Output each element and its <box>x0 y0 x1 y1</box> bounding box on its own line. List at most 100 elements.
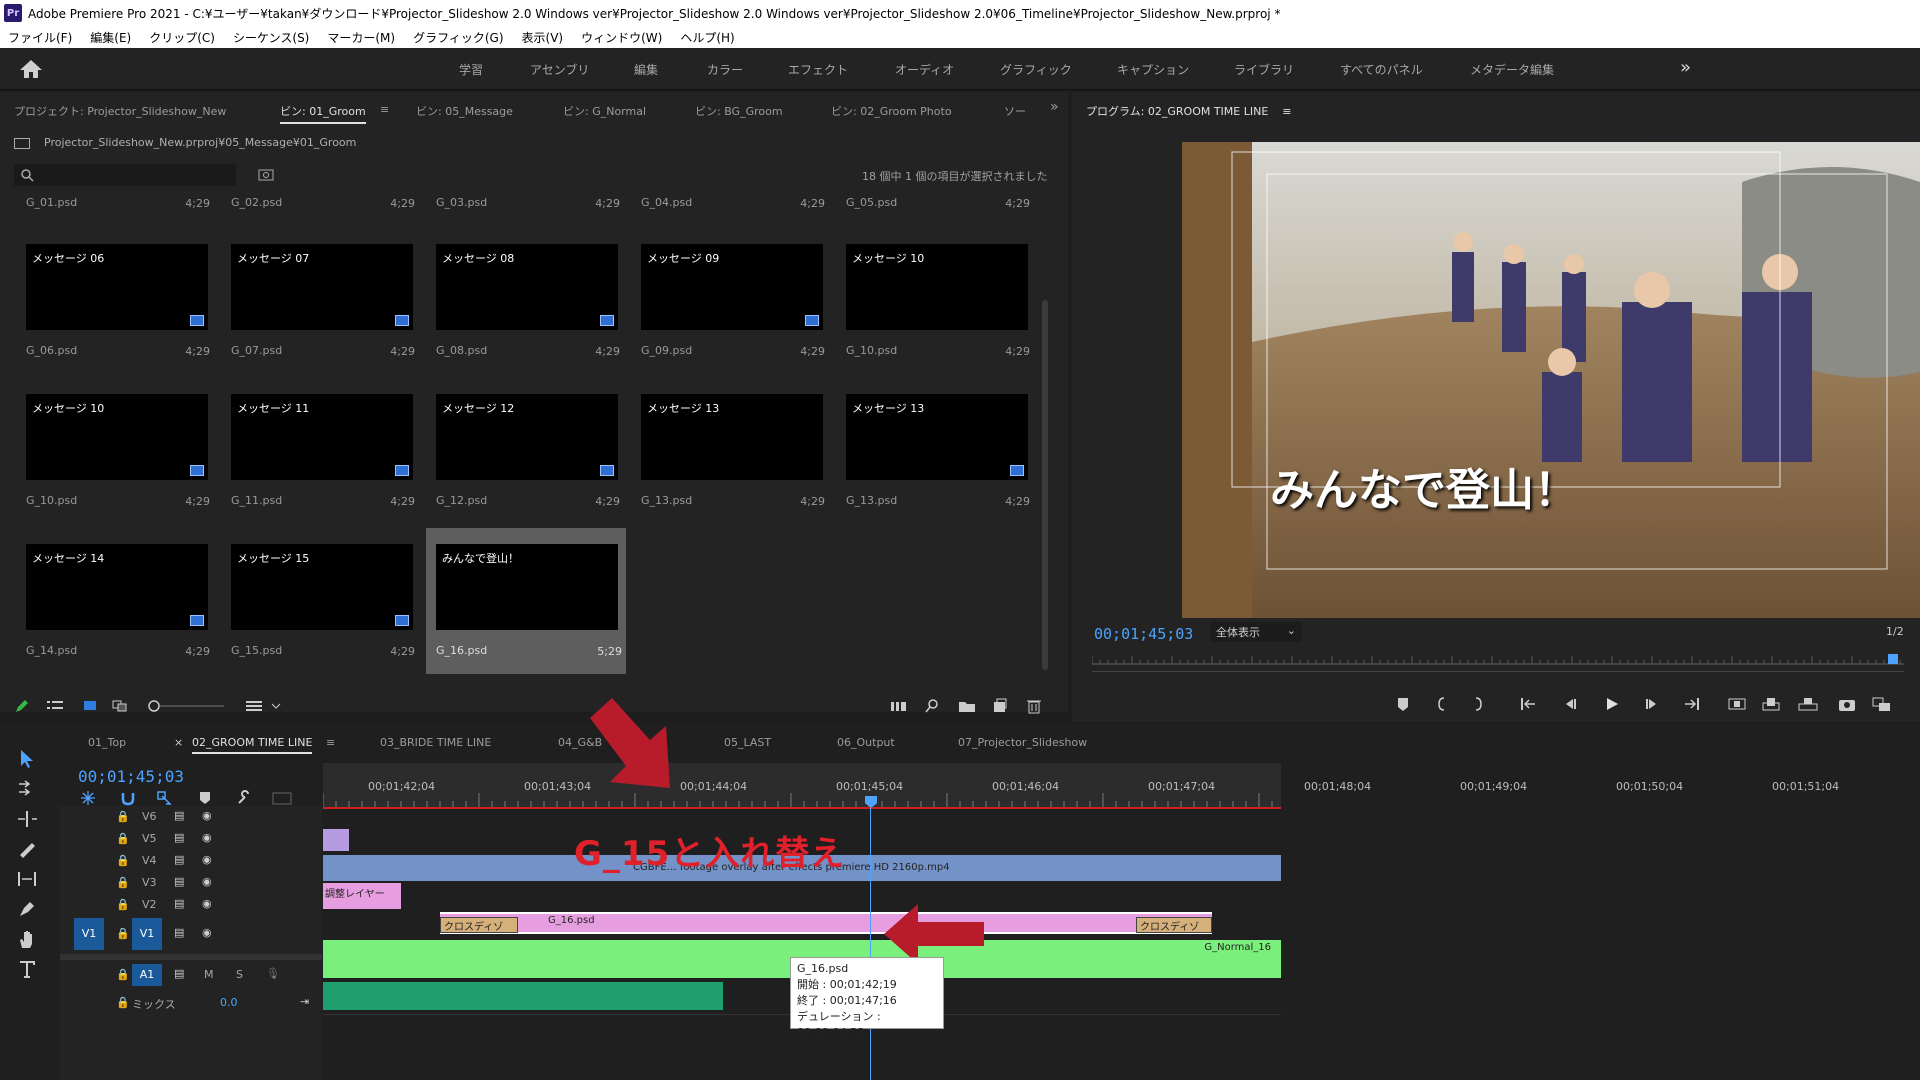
bin-item[interactable]: メッセージ 15 G_15.psd 4;29 <box>219 534 419 674</box>
fit-dropdown[interactable]: 全体表示 ⌄ <box>1210 622 1302 642</box>
ws-effects[interactable]: エフェクト <box>788 61 848 78</box>
tab-bin-bg-groom[interactable]: ビン: BG_Groom <box>695 103 783 119</box>
freeform-view-icon[interactable] <box>112 698 132 714</box>
list-item[interactable]: G_03.psd 4;29 <box>424 194 624 214</box>
timeline-tab-menu-icon[interactable]: ≡ <box>326 736 335 749</box>
tab-program-monitor[interactable]: プログラム: 02_GROOM TIME LINE ≡ <box>1086 103 1292 119</box>
ws-graphics[interactable]: グラフィック <box>1000 61 1072 78</box>
tabs-more-icon[interactable]: » <box>1050 99 1059 115</box>
home-icon[interactable] <box>18 58 44 80</box>
program-scrub-bar[interactable] <box>1091 650 1904 672</box>
track-header-v4[interactable]: 🔒 V4 ▤ ◉ <box>60 850 322 872</box>
tab-06-output[interactable]: 06_Output <box>837 736 895 749</box>
step-forward-icon[interactable] <box>1644 696 1660 712</box>
lock-icon[interactable]: 🔒 <box>116 898 130 911</box>
track-select-tool-icon[interactable] <box>16 778 38 800</box>
bin-item[interactable]: メッセージ 09 G_09.psd 4;29 <box>629 234 829 384</box>
tab-bin-01-groom[interactable]: ビン: 01_Groom <box>280 103 366 124</box>
mute-button[interactable]: M <box>204 968 214 981</box>
menu-sequence[interactable]: シーケンス(S) <box>233 29 309 46</box>
play-icon[interactable] <box>1604 696 1620 712</box>
a1-audio-clip[interactable] <box>323 982 723 1010</box>
project-tab-menu-icon[interactable]: ≡ <box>380 103 389 116</box>
v2-transition-left[interactable]: クロスディゾ <box>440 917 518 933</box>
track-header-v2[interactable]: 🔒 V2 ▤ ◉ <box>60 894 322 916</box>
sync-lock-icon[interactable]: ▤ <box>174 926 184 939</box>
list-item[interactable]: G_04.psd 4;29 <box>629 194 829 214</box>
tab-bin-05-message[interactable]: ビン: 05_Message <box>416 103 513 119</box>
bin-item[interactable]: メッセージ 12 G_12.psd 4;29 <box>424 384 624 534</box>
mark-out-icon[interactable] <box>1474 696 1484 712</box>
ws-assembly[interactable]: アセンブリ <box>530 61 589 78</box>
new-bin-icon[interactable] <box>958 698 976 714</box>
menu-file[interactable]: ファイル(F) <box>8 29 72 46</box>
ws-metadata[interactable]: メタデータ編集 <box>1470 61 1554 78</box>
bin-item[interactable]: メッセージ 10 G_10.psd 4;29 <box>14 384 214 534</box>
tab-source[interactable]: ソー <box>1004 103 1026 119</box>
time-ruler[interactable] <box>322 763 1281 809</box>
icon-view-icon[interactable] <box>82 698 98 714</box>
tab-03-bride-timeline[interactable]: 03_BRIDE TIME LINE <box>380 736 491 749</box>
program-viewer[interactable]: みんなで登山！ <box>1182 142 1920 618</box>
go-to-out-icon[interactable] <box>1682 696 1700 712</box>
bin-item[interactable]: メッセージ 13 G_13.psd 4;29 <box>629 384 829 534</box>
menu-marker[interactable]: マーカー(M) <box>327 29 395 46</box>
list-item[interactable]: G_02.psd 4;29 <box>219 194 419 214</box>
lock-icon[interactable]: 🔒 <box>116 968 130 981</box>
ws-color[interactable]: カラー <box>707 61 743 78</box>
bin-item[interactable]: メッセージ 10 G_10.psd 4;29 <box>834 234 1034 384</box>
sync-lock-icon[interactable]: ▤ <box>174 831 184 844</box>
find-icon[interactable] <box>924 698 940 714</box>
program-menu-icon[interactable]: ≡ <box>1282 105 1291 118</box>
export-frame-icon[interactable] <box>1838 696 1856 712</box>
eye-icon[interactable]: ◉ <box>202 897 212 910</box>
sync-lock-icon[interactable]: ▤ <box>174 967 184 980</box>
timeline-timecode[interactable]: 00;01;45;03 <box>78 767 184 786</box>
go-to-in-icon[interactable] <box>1520 696 1538 712</box>
tab-bin-g-normal[interactable]: ビン: G_Normal <box>563 103 646 119</box>
automate-to-sequence-icon[interactable] <box>890 698 908 714</box>
insert-icon[interactable] <box>1728 696 1746 712</box>
tab-05-last[interactable]: 05_LAST <box>724 736 771 749</box>
sync-lock-icon[interactable]: ▤ <box>174 853 184 866</box>
overwrite-icon[interactable] <box>1762 696 1780 712</box>
menu-graphic[interactable]: グラフィック(G) <box>413 29 503 46</box>
track-header-a1[interactable]: 🔒 A1 ▤ M S 🎙 <box>60 962 322 988</box>
track-divider[interactable] <box>60 954 322 960</box>
v3-adjustment-layer-clip[interactable]: 調整レイヤー <box>323 883 401 909</box>
bin-item[interactable]: メッセージ 11 G_11.psd 4;29 <box>219 384 419 534</box>
bin-item[interactable]: メッセージ 08 G_08.psd 4;29 <box>424 234 624 384</box>
new-item-icon[interactable] <box>992 698 1008 714</box>
ws-captions[interactable]: キャプション <box>1117 61 1189 78</box>
hand-tool-icon[interactable] <box>16 928 38 950</box>
track-header-v3[interactable]: 🔒 V3 ▤ ◉ <box>60 872 322 894</box>
tab-07-projector-slideshow[interactable]: 07_Projector_Slideshow <box>958 736 1087 749</box>
eye-icon[interactable]: ◉ <box>202 875 212 888</box>
button-editor-icon[interactable] <box>1872 696 1892 712</box>
bin-item-selected[interactable]: みんなで登山！ G_16.psd 5;29 <box>426 528 626 674</box>
bin-item[interactable]: メッセージ 13 G_13.psd 4;29 <box>834 384 1034 534</box>
v5-clip[interactable] <box>323 829 349 851</box>
ws-learn[interactable]: 学習 <box>459 61 483 78</box>
lock-icon[interactable]: 🔒 <box>116 927 130 940</box>
tab-01-top[interactable]: 01_Top <box>88 736 126 749</box>
snap-icon[interactable] <box>120 790 136 806</box>
list-view-icon[interactable] <box>46 698 64 714</box>
razor-tool-icon[interactable] <box>16 838 38 860</box>
lock-icon[interactable]: 🔒 <box>116 854 130 867</box>
ws-audio[interactable]: オーディオ <box>895 61 954 78</box>
track-name[interactable]: A1 <box>132 964 162 986</box>
lock-icon[interactable]: 🔒 <box>116 832 130 845</box>
project-search-input[interactable] <box>14 164 236 186</box>
wrench-icon[interactable] <box>236 790 252 806</box>
bin-item[interactable]: メッセージ 06 G_06.psd 4;29 <box>14 234 214 384</box>
v2-transition-right[interactable]: クロスディゾ <box>1136 917 1212 933</box>
eye-icon[interactable]: ◉ <box>202 831 212 844</box>
menu-help[interactable]: ヘルプ(H) <box>680 29 734 46</box>
project-scrollbar[interactable] <box>1042 300 1048 670</box>
v2-g16-clip[interactable]: G_16.psd <box>440 912 1212 934</box>
tab-02-groom-timeline[interactable]: 02_GROOM TIME LINE <box>192 736 313 754</box>
captions-icon[interactable] <box>272 790 292 806</box>
tab-project[interactable]: プロジェクト: Projector_Slideshow_New <box>14 103 226 119</box>
sync-lock-icon[interactable]: ▤ <box>174 897 184 910</box>
